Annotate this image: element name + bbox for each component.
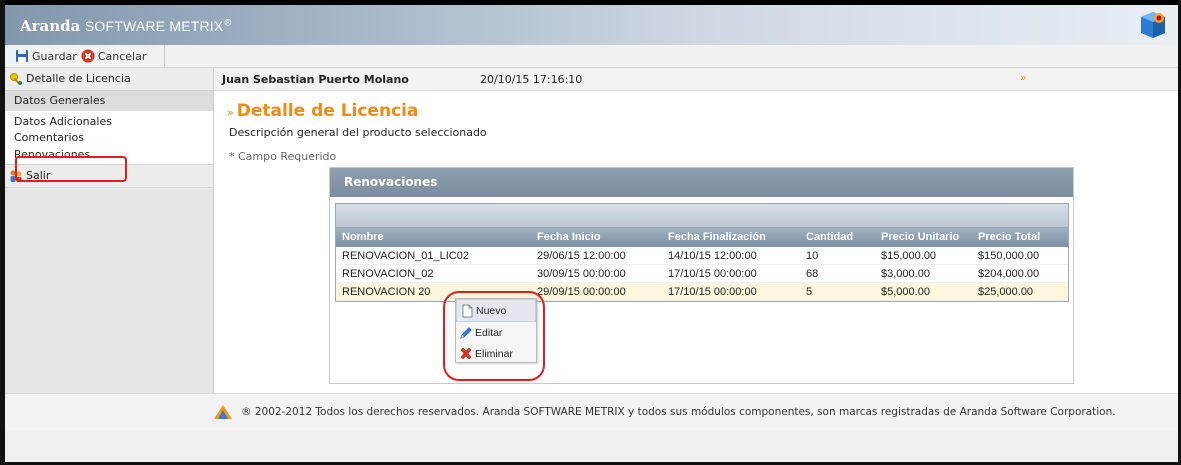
column-header[interactable]: Precio Total bbox=[978, 231, 1040, 243]
cell-fecha-fin: 14/10/15 12:00:00 bbox=[668, 250, 757, 262]
cell-nombre: RENOVACION_01_LIC02 bbox=[342, 250, 469, 262]
brand-registered-mark: ® bbox=[223, 18, 233, 29]
required-field-note: * Campo Requerido bbox=[229, 150, 337, 163]
expand-arrow[interactable]: » bbox=[1020, 71, 1027, 84]
cell-precio-unitario: $15,000.00 bbox=[881, 250, 937, 262]
page-subtitle: Descripción general del producto selecci… bbox=[229, 126, 487, 139]
cell-nombre: RENOVACION_02 bbox=[342, 268, 434, 280]
cell-precio-unitario: $5,000.00 bbox=[881, 286, 930, 298]
brand-logo: Aranda SOFTWARE METRIX® bbox=[20, 17, 232, 35]
renovaciones-grid: Nombre Fecha Inicio Fecha Finalización C… bbox=[335, 203, 1069, 302]
grid-toolbar bbox=[336, 204, 1068, 228]
column-header[interactable]: Fecha Finalización bbox=[668, 231, 766, 243]
sidebar-section-license[interactable]: Detalle de Licencia bbox=[5, 68, 213, 91]
aranda-logo-icon bbox=[214, 405, 232, 419]
title-chevron: » bbox=[227, 106, 234, 119]
cell-cantidad: 68 bbox=[806, 268, 819, 280]
cancel-button-label: Cancelar bbox=[97, 49, 147, 63]
footer-copyright: ® 2002-2012 Todos los derechos reservado… bbox=[241, 406, 1116, 418]
cell-fecha-fin: 17/10/15 00:00:00 bbox=[668, 268, 757, 280]
session-timestamp: 20/10/15 17:16:10 bbox=[480, 73, 583, 86]
cell-cantidad: 10 bbox=[806, 250, 819, 262]
sidebar-item-datos-generales[interactable]: Datos Generales bbox=[5, 91, 213, 112]
footer: ® 2002-2012 Todos los derechos reservado… bbox=[5, 393, 1178, 431]
toolbar: Guardar Cancelar bbox=[5, 45, 1178, 68]
page-title-text: Detalle de Licencia bbox=[236, 101, 419, 121]
sidebar-item-comentarios[interactable]: Comentarios bbox=[5, 130, 213, 146]
cell-precio-total: $25,000.00 bbox=[978, 286, 1034, 298]
cancel-button[interactable]: Cancelar bbox=[81, 49, 147, 63]
cell-precio-unitario: $3,000.00 bbox=[881, 268, 930, 280]
brand-name-bold: Aranda bbox=[20, 17, 81, 35]
renovaciones-panel: Renovaciones Nombre Fecha Inicio Fecha F… bbox=[329, 167, 1074, 384]
cell-fecha-fin: 17/10/15 00:00:00 bbox=[668, 286, 757, 298]
grid-header-row: Nombre Fecha Inicio Fecha Finalización C… bbox=[336, 228, 1068, 247]
key-license-icon bbox=[10, 73, 22, 85]
user-name: Juan Sebastian Puerto Molano bbox=[222, 73, 409, 86]
cell-precio-total: $204,000.00 bbox=[978, 268, 1040, 280]
page-title: » Detalle de Licencia bbox=[227, 101, 418, 121]
table-row[interactable]: RENOVACION_01_LIC02 29/06/15 12:00:00 14… bbox=[336, 247, 1068, 265]
cell-cantidad: 5 bbox=[806, 286, 813, 298]
panel-title: Renovaciones bbox=[330, 168, 1073, 197]
column-header[interactable]: Nombre bbox=[342, 231, 384, 243]
cell-precio-total: $150,000.00 bbox=[978, 250, 1040, 262]
save-button[interactable]: Guardar bbox=[15, 49, 77, 63]
floppy-disk-icon bbox=[16, 50, 28, 62]
product-box-icon bbox=[1141, 12, 1165, 38]
save-button-label: Guardar bbox=[32, 49, 77, 63]
cell-fecha-inicio: 29/09/15 00:00:00 bbox=[537, 286, 626, 298]
sidebar-list: Datos Generales Datos Adicionales Coment… bbox=[5, 91, 213, 164]
bottom-area bbox=[5, 430, 1178, 462]
sidebar-item-datos-adicionales[interactable]: Datos Adicionales bbox=[5, 114, 213, 130]
table-row[interactable]: RENOVACION_02 30/09/15 00:00:00 17/10/15… bbox=[336, 265, 1068, 283]
info-bar: Juan Sebastian Puerto Molano 20/10/15 17… bbox=[214, 68, 1178, 91]
sidebar-section-label: Detalle de Licencia bbox=[26, 72, 131, 85]
cell-fecha-inicio: 30/09/15 00:00:00 bbox=[537, 268, 626, 280]
cell-nombre: RENOVACION 20 bbox=[342, 286, 431, 298]
sidebar: Detalle de Licencia Datos Generales Dato… bbox=[5, 68, 214, 393]
toolbar-group: Guardar Cancelar bbox=[5, 45, 165, 67]
column-header[interactable]: Cantidad bbox=[806, 231, 853, 243]
column-header[interactable]: Fecha Inicio bbox=[537, 231, 601, 243]
highlight-renovaciones bbox=[15, 156, 127, 182]
brand-name-rest: SOFTWARE METRIX bbox=[84, 18, 224, 34]
column-header[interactable]: Precio Unitario bbox=[881, 231, 959, 243]
app-header: Aranda SOFTWARE METRIX® bbox=[5, 5, 1178, 45]
cancel-icon bbox=[81, 49, 95, 63]
highlight-context-menu bbox=[443, 291, 545, 381]
cell-fecha-inicio: 29/06/15 12:00:00 bbox=[537, 250, 626, 262]
